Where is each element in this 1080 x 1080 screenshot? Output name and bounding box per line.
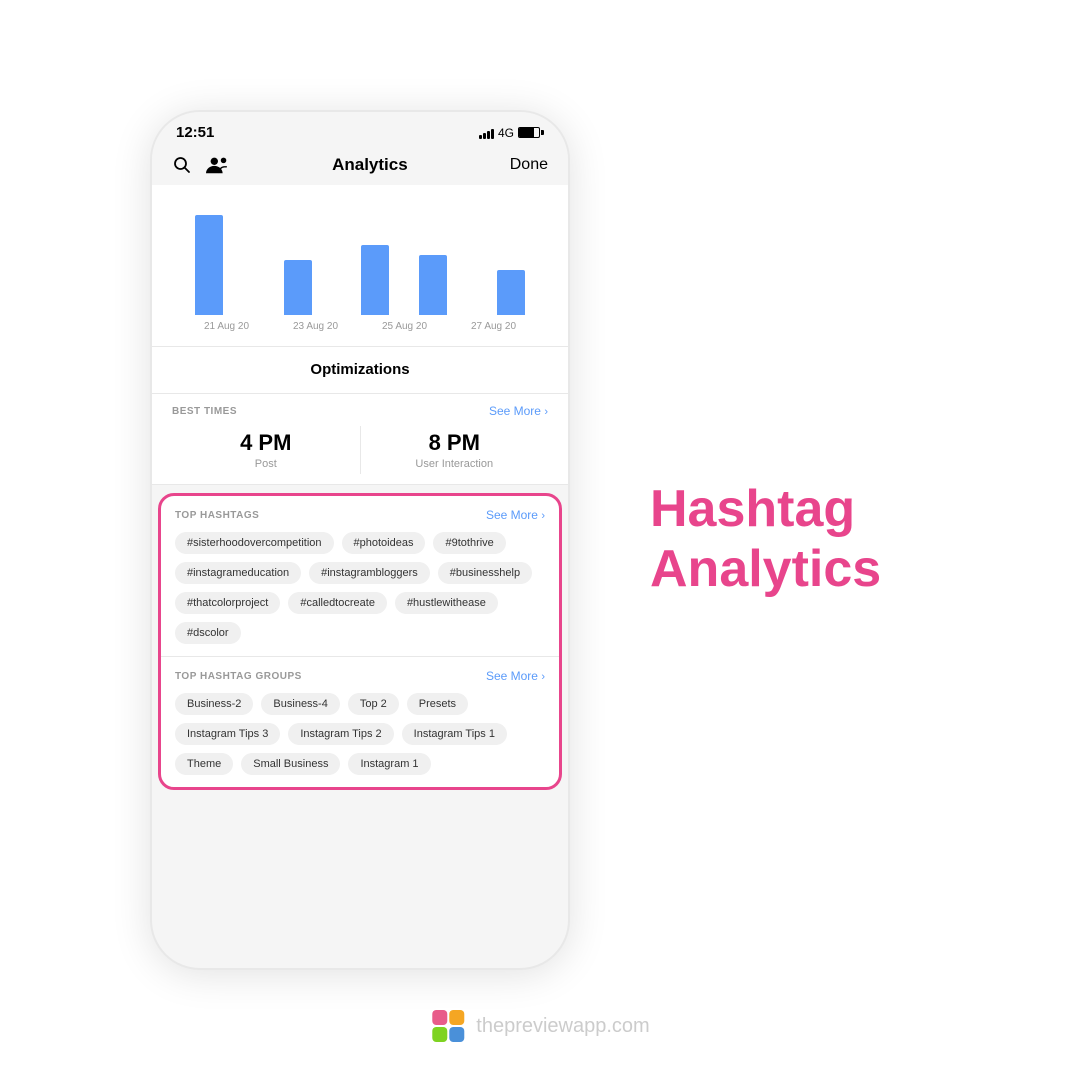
- interaction-time-value: 8 PM: [361, 430, 549, 456]
- done-button[interactable]: Done: [510, 156, 548, 174]
- best-times-label: BEST TIMES: [172, 406, 237, 417]
- optimizations-header: Optimizations: [152, 347, 568, 394]
- battery-tip: [541, 130, 544, 135]
- groups-label: TOP HASHTAG GROUPS: [175, 671, 302, 682]
- group-pill: Business-4: [261, 693, 339, 715]
- tag-pill: #photoideas: [342, 532, 426, 554]
- people-icon[interactable]: [206, 155, 230, 175]
- chart-bars: [172, 195, 548, 315]
- hashtags-header: TOP HASHTAGS See More ›: [175, 508, 545, 522]
- network-label: 4G: [498, 126, 514, 140]
- bar-1: [195, 215, 223, 315]
- bar-group-1: [182, 215, 236, 315]
- top-hashtag-groups-section: TOP HASHTAG GROUPS See More › Business-2…: [161, 657, 559, 787]
- group-pill: Instagram 1: [348, 753, 430, 775]
- status-bar: 12:51 4G: [152, 112, 568, 149]
- brand-url: thepreviewapp.com: [476, 1015, 649, 1038]
- bar-group-3b: [406, 255, 460, 315]
- chart-label-3: 25 Aug 20: [360, 321, 449, 332]
- battery-body: [518, 127, 540, 138]
- nav-bar: Analytics Done: [152, 149, 568, 185]
- signal-bar-3: [487, 131, 490, 139]
- top-hashtags-section: TOP HASHTAGS See More › #sisterhoodoverc…: [161, 496, 559, 657]
- group-pill: Presets: [407, 693, 468, 715]
- groups-header: TOP HASHTAG GROUPS See More ›: [175, 669, 545, 683]
- status-icons: 4G: [479, 126, 544, 140]
- hashtag-line1: Hashtag: [650, 480, 855, 538]
- hashtag-line2: Analytics: [650, 540, 881, 598]
- tag-pill: #dscolor: [175, 622, 241, 644]
- group-pill: Business-2: [175, 693, 253, 715]
- post-time-value: 4 PM: [172, 430, 360, 456]
- page-container: 12:51 4G: [0, 0, 1080, 1080]
- chart-labels: 21 Aug 20 23 Aug 20 25 Aug 20 27 Aug 20: [172, 315, 548, 332]
- chart-label-2: 23 Aug 20: [271, 321, 360, 332]
- tag-pill: #9tothrive: [433, 532, 505, 554]
- tag-pill: #calledtocreate: [288, 592, 387, 614]
- bar-2: [284, 260, 312, 315]
- battery-icon: [518, 127, 544, 138]
- nav-title: Analytics: [230, 155, 510, 175]
- signal-bar-2: [483, 133, 486, 139]
- group-pill: Top 2: [348, 693, 399, 715]
- groups-chevron-icon: ›: [541, 671, 545, 683]
- battery-fill: [519, 128, 534, 137]
- signal-bar-1: [479, 135, 482, 139]
- hashtags-label: TOP HASHTAGS: [175, 510, 259, 521]
- hashtags-chevron-icon: ›: [541, 510, 545, 522]
- bar-group-4: [484, 270, 538, 315]
- tag-pill: #instagrameducation: [175, 562, 301, 584]
- times-row: 4 PM Post 8 PM User Interaction: [172, 426, 548, 474]
- group-pill: Small Business: [241, 753, 340, 775]
- chart-area: 21 Aug 20 23 Aug 20 25 Aug 20 27 Aug 20: [152, 185, 568, 347]
- bar-4: [497, 270, 525, 315]
- best-times-header: BEST TIMES See More ›: [172, 404, 548, 418]
- best-times-see-more[interactable]: See More ›: [489, 404, 548, 418]
- bar-3b: [419, 255, 447, 315]
- chevron-right-icon: ›: [544, 406, 548, 418]
- tag-pill: #thatcolorproject: [175, 592, 280, 614]
- hashtags-container: #sisterhoodovercompetition #photoideas #…: [175, 532, 545, 644]
- chart-label-4: 27 Aug 20: [449, 321, 538, 332]
- bar-group-3a: [349, 245, 403, 315]
- post-time-desc: Post: [172, 458, 360, 470]
- signal-bar-4: [491, 129, 494, 139]
- tag-pill: #instagrambloggers: [309, 562, 430, 584]
- group-pill: Instagram Tips 3: [175, 723, 280, 745]
- groups-container: Business-2 Business-4 Top 2 Presets Inst…: [175, 693, 545, 775]
- tag-pill: #hustlewithease: [395, 592, 498, 614]
- status-time: 12:51: [176, 124, 214, 141]
- group-pill: Theme: [175, 753, 233, 775]
- interaction-time-desc: User Interaction: [361, 458, 549, 470]
- bar-3a: [361, 245, 389, 315]
- bottom-branding: thepreviewapp.com: [430, 1008, 649, 1044]
- groups-see-more[interactable]: See More ›: [486, 669, 545, 683]
- nav-left: [172, 155, 230, 175]
- tag-pill: #businesshelp: [438, 562, 532, 584]
- right-content: Hashtag Analytics: [650, 480, 881, 600]
- pink-highlight-box: TOP HASHTAGS See More › #sisterhoodoverc…: [158, 493, 562, 790]
- best-times-section: BEST TIMES See More › 4 PM Post 8 PM Use…: [152, 394, 568, 485]
- phone-frame: 12:51 4G: [150, 110, 570, 970]
- search-icon[interactable]: [172, 155, 192, 175]
- group-pill: Instagram Tips 1: [402, 723, 507, 745]
- tag-pill: #sisterhoodovercompetition: [175, 532, 334, 554]
- chart-label-1: 21 Aug 20: [182, 321, 271, 332]
- group-pill: Instagram Tips 2: [288, 723, 393, 745]
- hashtag-analytics-title: Hashtag Analytics: [650, 480, 881, 600]
- time-item-interaction: 8 PM User Interaction: [361, 426, 549, 474]
- bar-group-2: [271, 260, 325, 315]
- time-item-post: 4 PM Post: [172, 426, 361, 474]
- hashtags-see-more[interactable]: See More ›: [486, 508, 545, 522]
- optimizations-title: Optimizations: [310, 361, 409, 378]
- signal-bars-icon: [479, 127, 494, 139]
- brand-logo-icon: [430, 1008, 466, 1044]
